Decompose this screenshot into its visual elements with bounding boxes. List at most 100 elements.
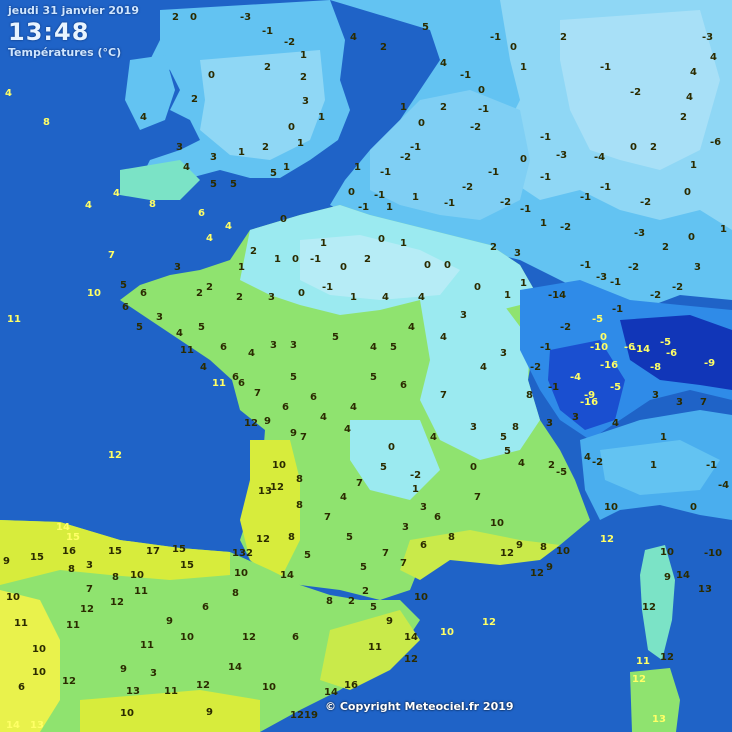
station-temperature: 1 xyxy=(660,432,667,443)
station-temperature: 3 xyxy=(210,152,217,163)
station-temperature: 1 xyxy=(400,238,407,249)
station-temperature: 4 xyxy=(5,88,12,99)
station-temperature: 6 xyxy=(420,540,427,551)
station-temperature: 2 xyxy=(440,102,447,113)
station-temperature: 6 xyxy=(220,342,227,353)
station-temperature: 2 xyxy=(172,12,179,23)
station-temperature: 1 xyxy=(300,50,307,61)
station-temperature: 11 xyxy=(212,378,226,389)
station-temperature: 0 xyxy=(190,12,197,23)
station-temperature: 6 xyxy=(310,392,317,403)
station-temperature: -5 xyxy=(592,314,603,325)
station-temperature: 4 xyxy=(200,362,207,373)
station-temperature: 2 xyxy=(560,32,567,43)
station-temperature: 1 xyxy=(320,238,327,249)
station-temperature: 3 xyxy=(268,292,275,303)
station-temperature: 0 xyxy=(424,260,431,271)
station-temperature: 10 xyxy=(6,592,20,603)
station-temperature: 4 xyxy=(85,200,92,211)
station-temperature: -2 xyxy=(500,197,511,208)
station-temperature: 4 xyxy=(140,112,147,123)
station-temperature: -2 xyxy=(560,322,571,333)
station-temperature: 4 xyxy=(350,32,357,43)
station-temperature: 4 xyxy=(418,292,425,303)
station-temperature: -1 xyxy=(490,32,501,43)
station-temperature: 8 xyxy=(448,532,455,543)
station-temperature: 4 xyxy=(206,233,213,244)
station-temperature: 0 xyxy=(288,122,295,133)
station-temperature: -4 xyxy=(594,152,605,163)
station-temperature: -1 xyxy=(540,132,551,143)
station-temperature: -1 xyxy=(580,260,591,271)
header-label: Températures (°C) xyxy=(8,46,122,59)
station-temperature: 9 xyxy=(290,428,297,439)
station-temperature: 2 xyxy=(348,596,355,607)
station-temperature: 12 xyxy=(642,602,656,613)
station-temperature: 1 xyxy=(720,224,727,235)
station-temperature: 4 xyxy=(320,412,327,423)
station-temperature: 4 xyxy=(382,292,389,303)
station-temperature: 5 xyxy=(136,322,143,333)
station-temperature: 12 xyxy=(660,652,674,663)
station-temperature: 9 xyxy=(664,572,671,583)
station-temperature: 11 xyxy=(66,620,80,631)
station-temperature: 4 xyxy=(183,162,190,173)
station-temperature: 8 xyxy=(288,532,295,543)
station-temperature: -9 xyxy=(704,358,715,369)
station-temperature: -14 xyxy=(632,344,650,355)
station-temperature: 6 xyxy=(232,372,239,383)
station-temperature: 9 xyxy=(516,540,523,551)
station-temperature: 15 xyxy=(30,552,44,563)
station-temperature: 5 xyxy=(230,179,237,190)
station-temperature: -1 xyxy=(706,460,717,471)
copyright-notice: © Copyright Meteociel.fr 2019 xyxy=(325,700,514,713)
station-temperature: 1 xyxy=(283,162,290,173)
station-temperature: 9 xyxy=(386,616,393,627)
station-temperature: -1 xyxy=(612,304,623,315)
station-temperature: -2 xyxy=(560,222,571,233)
station-temperature: 14 xyxy=(404,632,418,643)
station-temperature: 3 xyxy=(290,340,297,351)
station-temperature: 10 xyxy=(556,546,570,557)
station-temperature: 16 xyxy=(62,546,76,557)
station-temperature: 0 xyxy=(470,462,477,473)
station-temperature: 12 xyxy=(110,597,124,608)
station-temperature: 12 xyxy=(270,482,284,493)
station-temperature: 1 xyxy=(520,62,527,73)
station-temperature: 1 xyxy=(412,192,419,203)
station-temperature: 11 xyxy=(134,586,148,597)
station-temperature: 2 xyxy=(364,254,371,265)
station-temperature: 0 xyxy=(418,118,425,129)
station-temperature: 0 xyxy=(684,187,691,198)
station-temperature: -10 xyxy=(590,342,608,353)
station-temperature: 9 xyxy=(3,556,10,567)
station-temperature: 7 xyxy=(474,492,481,503)
station-temperature: 2 xyxy=(662,242,669,253)
station-temperature: -1 xyxy=(600,62,611,73)
station-temperature: 11 xyxy=(14,618,28,629)
station-temperature: 5 xyxy=(210,179,217,190)
station-temperature: 13 xyxy=(258,486,272,497)
station-temperature: 8 xyxy=(112,572,119,583)
station-temperature: 1 xyxy=(540,218,547,229)
station-temperature: 3 xyxy=(176,142,183,153)
station-temperature: 10 xyxy=(234,568,248,579)
station-temperature: 6 xyxy=(292,632,299,643)
station-temperature: 13 xyxy=(698,584,712,595)
station-temperature: 0 xyxy=(474,282,481,293)
station-temperature: 11 xyxy=(180,345,194,356)
station-temperature: -1 xyxy=(460,70,471,81)
station-temperature: 5 xyxy=(380,462,387,473)
station-temperature: -16 xyxy=(580,397,598,408)
station-temperature: 5 xyxy=(290,372,297,383)
station-temperature: 0 xyxy=(520,154,527,165)
station-temperature: 7 xyxy=(108,250,115,261)
station-temperature: 3 xyxy=(500,348,507,359)
station-temperature: 5 xyxy=(270,168,277,179)
station-temperature: 9 xyxy=(546,562,553,573)
station-temperature: 5 xyxy=(120,280,127,291)
station-temperature: 2 xyxy=(191,94,198,105)
station-temperature: 4 xyxy=(225,221,232,232)
station-temperature: 1 xyxy=(520,278,527,289)
station-temperature: 10 xyxy=(440,627,454,638)
